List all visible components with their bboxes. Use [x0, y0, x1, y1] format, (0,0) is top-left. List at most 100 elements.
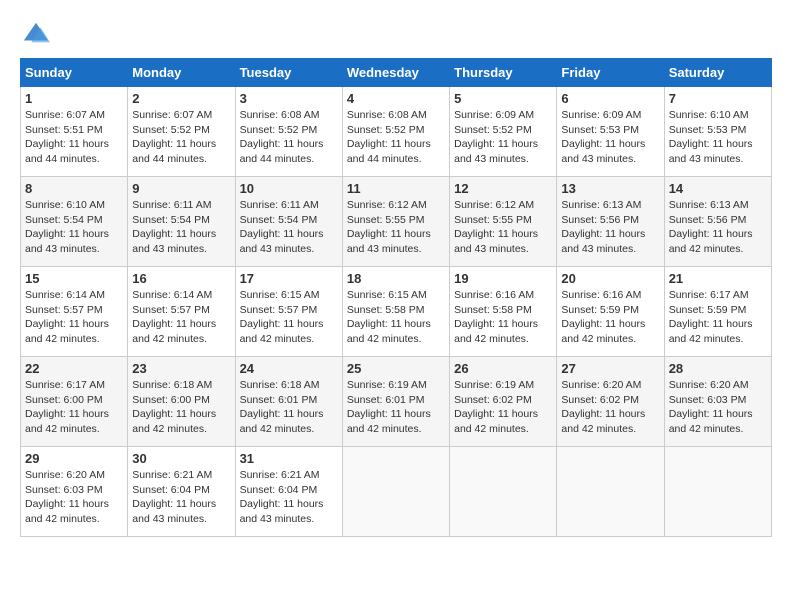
- sunrise-label: Sunrise: 6:07 AM: [25, 109, 105, 121]
- day-info: Sunrise: 6:17 AM Sunset: 6:00 PM Dayligh…: [25, 378, 123, 437]
- logo-icon: [22, 20, 50, 48]
- daylight-label: Daylight: 11 hours and 43 minutes.: [132, 498, 216, 525]
- day-number: 23: [132, 361, 230, 376]
- day-info: Sunrise: 6:18 AM Sunset: 6:01 PM Dayligh…: [240, 378, 338, 437]
- sunrise-label: Sunrise: 6:11 AM: [240, 199, 319, 211]
- calendar-cell: 9 Sunrise: 6:11 AM Sunset: 5:54 PM Dayli…: [128, 177, 235, 267]
- sunset-label: Sunset: 5:59 PM: [669, 304, 747, 316]
- day-info: Sunrise: 6:11 AM Sunset: 5:54 PM Dayligh…: [240, 198, 338, 257]
- day-info: Sunrise: 6:15 AM Sunset: 5:58 PM Dayligh…: [347, 288, 445, 347]
- day-number: 5: [454, 91, 552, 106]
- calendar-cell: 28 Sunrise: 6:20 AM Sunset: 6:03 PM Dayl…: [664, 357, 771, 447]
- calendar-cell: 27 Sunrise: 6:20 AM Sunset: 6:02 PM Dayl…: [557, 357, 664, 447]
- sunset-label: Sunset: 5:57 PM: [25, 304, 103, 316]
- sunset-label: Sunset: 6:01 PM: [347, 394, 425, 406]
- calendar-cell: 8 Sunrise: 6:10 AM Sunset: 5:54 PM Dayli…: [21, 177, 128, 267]
- weekday-header-thursday: Thursday: [450, 59, 557, 87]
- calendar-cell: 30 Sunrise: 6:21 AM Sunset: 6:04 PM Dayl…: [128, 447, 235, 537]
- sunset-label: Sunset: 5:54 PM: [240, 214, 318, 226]
- sunrise-label: Sunrise: 6:08 AM: [347, 109, 427, 121]
- calendar-header-row: SundayMondayTuesdayWednesdayThursdayFrid…: [21, 59, 772, 87]
- day-number: 13: [561, 181, 659, 196]
- sunset-label: Sunset: 5:58 PM: [347, 304, 425, 316]
- sunrise-label: Sunrise: 6:11 AM: [132, 199, 211, 211]
- sunrise-label: Sunrise: 6:21 AM: [132, 469, 212, 481]
- daylight-label: Daylight: 11 hours and 44 minutes.: [347, 138, 431, 165]
- day-number: 18: [347, 271, 445, 286]
- daylight-label: Daylight: 11 hours and 43 minutes.: [25, 228, 109, 255]
- daylight-label: Daylight: 11 hours and 42 minutes.: [25, 408, 109, 435]
- calendar-week-row: 29 Sunrise: 6:20 AM Sunset: 6:03 PM Dayl…: [21, 447, 772, 537]
- calendar-cell: 10 Sunrise: 6:11 AM Sunset: 5:54 PM Dayl…: [235, 177, 342, 267]
- sunrise-label: Sunrise: 6:15 AM: [240, 289, 320, 301]
- calendar-week-row: 22 Sunrise: 6:17 AM Sunset: 6:00 PM Dayl…: [21, 357, 772, 447]
- weekday-header-friday: Friday: [557, 59, 664, 87]
- daylight-label: Daylight: 11 hours and 43 minutes.: [132, 228, 216, 255]
- day-number: 16: [132, 271, 230, 286]
- day-info: Sunrise: 6:07 AM Sunset: 5:52 PM Dayligh…: [132, 108, 230, 167]
- weekday-header-monday: Monday: [128, 59, 235, 87]
- day-number: 17: [240, 271, 338, 286]
- weekday-header-tuesday: Tuesday: [235, 59, 342, 87]
- sunset-label: Sunset: 5:54 PM: [132, 214, 210, 226]
- day-number: 21: [669, 271, 767, 286]
- sunrise-label: Sunrise: 6:13 AM: [561, 199, 641, 211]
- daylight-label: Daylight: 11 hours and 42 minutes.: [132, 408, 216, 435]
- day-number: 27: [561, 361, 659, 376]
- calendar-cell: 4 Sunrise: 6:08 AM Sunset: 5:52 PM Dayli…: [342, 87, 449, 177]
- daylight-label: Daylight: 11 hours and 42 minutes.: [561, 318, 645, 345]
- daylight-label: Daylight: 11 hours and 42 minutes.: [669, 408, 753, 435]
- sunrise-label: Sunrise: 6:20 AM: [561, 379, 641, 391]
- day-number: 25: [347, 361, 445, 376]
- day-info: Sunrise: 6:21 AM Sunset: 6:04 PM Dayligh…: [132, 468, 230, 527]
- calendar-cell: 29 Sunrise: 6:20 AM Sunset: 6:03 PM Dayl…: [21, 447, 128, 537]
- day-info: Sunrise: 6:14 AM Sunset: 5:57 PM Dayligh…: [25, 288, 123, 347]
- day-info: Sunrise: 6:07 AM Sunset: 5:51 PM Dayligh…: [25, 108, 123, 167]
- sunrise-label: Sunrise: 6:12 AM: [454, 199, 534, 211]
- sunrise-label: Sunrise: 6:20 AM: [25, 469, 105, 481]
- daylight-label: Daylight: 11 hours and 42 minutes.: [240, 318, 324, 345]
- day-number: 3: [240, 91, 338, 106]
- calendar-week-row: 15 Sunrise: 6:14 AM Sunset: 5:57 PM Dayl…: [21, 267, 772, 357]
- daylight-label: Daylight: 11 hours and 42 minutes.: [454, 408, 538, 435]
- weekday-header-saturday: Saturday: [664, 59, 771, 87]
- sunrise-label: Sunrise: 6:12 AM: [347, 199, 427, 211]
- daylight-label: Daylight: 11 hours and 42 minutes.: [561, 408, 645, 435]
- day-number: 2: [132, 91, 230, 106]
- sunrise-label: Sunrise: 6:09 AM: [454, 109, 534, 121]
- sunrise-label: Sunrise: 6:19 AM: [454, 379, 534, 391]
- daylight-label: Daylight: 11 hours and 43 minutes.: [561, 138, 645, 165]
- sunrise-label: Sunrise: 6:10 AM: [25, 199, 105, 211]
- day-info: Sunrise: 6:12 AM Sunset: 5:55 PM Dayligh…: [347, 198, 445, 257]
- calendar-cell: 19 Sunrise: 6:16 AM Sunset: 5:58 PM Dayl…: [450, 267, 557, 357]
- day-info: Sunrise: 6:12 AM Sunset: 5:55 PM Dayligh…: [454, 198, 552, 257]
- day-number: 6: [561, 91, 659, 106]
- sunset-label: Sunset: 5:52 PM: [347, 124, 425, 136]
- sunset-label: Sunset: 6:04 PM: [240, 484, 318, 496]
- day-number: 1: [25, 91, 123, 106]
- day-info: Sunrise: 6:18 AM Sunset: 6:00 PM Dayligh…: [132, 378, 230, 437]
- sunset-label: Sunset: 6:00 PM: [25, 394, 103, 406]
- day-number: 9: [132, 181, 230, 196]
- daylight-label: Daylight: 11 hours and 42 minutes.: [25, 318, 109, 345]
- daylight-label: Daylight: 11 hours and 42 minutes.: [454, 318, 538, 345]
- calendar-cell: 23 Sunrise: 6:18 AM Sunset: 6:00 PM Dayl…: [128, 357, 235, 447]
- sunset-label: Sunset: 5:56 PM: [669, 214, 747, 226]
- sunset-label: Sunset: 5:52 PM: [132, 124, 210, 136]
- sunset-label: Sunset: 6:03 PM: [25, 484, 103, 496]
- sunset-label: Sunset: 5:51 PM: [25, 124, 103, 136]
- calendar-cell: 17 Sunrise: 6:15 AM Sunset: 5:57 PM Dayl…: [235, 267, 342, 357]
- day-info: Sunrise: 6:21 AM Sunset: 6:04 PM Dayligh…: [240, 468, 338, 527]
- daylight-label: Daylight: 11 hours and 44 minutes.: [25, 138, 109, 165]
- sunset-label: Sunset: 5:58 PM: [454, 304, 532, 316]
- day-number: 26: [454, 361, 552, 376]
- calendar-cell: 11 Sunrise: 6:12 AM Sunset: 5:55 PM Dayl…: [342, 177, 449, 267]
- sunset-label: Sunset: 5:59 PM: [561, 304, 639, 316]
- logo: [20, 20, 50, 48]
- calendar-cell: 22 Sunrise: 6:17 AM Sunset: 6:00 PM Dayl…: [21, 357, 128, 447]
- day-info: Sunrise: 6:11 AM Sunset: 5:54 PM Dayligh…: [132, 198, 230, 257]
- calendar-cell: [450, 447, 557, 537]
- calendar-cell: [664, 447, 771, 537]
- sunrise-label: Sunrise: 6:21 AM: [240, 469, 320, 481]
- day-number: 4: [347, 91, 445, 106]
